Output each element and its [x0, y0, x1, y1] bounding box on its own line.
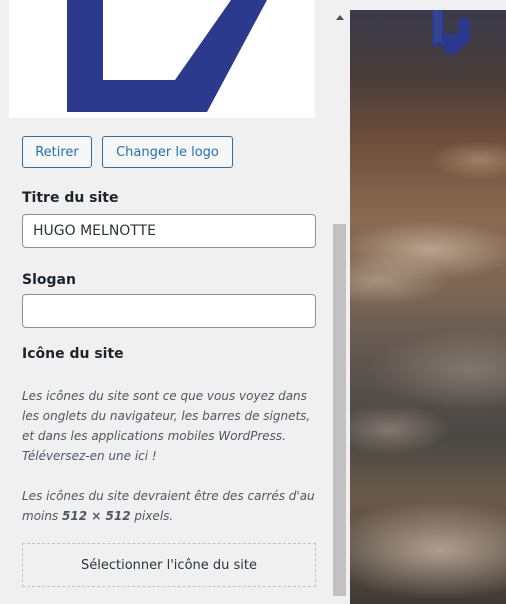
customizer-panel: Retirer Changer le logo Titre du site Sl… — [0, 0, 350, 604]
site-logo-image — [67, 0, 267, 112]
scrollbar-thumb[interactable] — [333, 224, 346, 596]
preview-logo-image — [432, 10, 470, 54]
site-icon-size-note: Les icônes du site devraient être des ca… — [22, 486, 320, 526]
tagline-label: Slogan — [22, 272, 76, 288]
logo-preview — [9, 0, 315, 118]
site-icon-description: Les icônes du site sont ce que vous voye… — [22, 389, 311, 463]
size-note-suffix: pixels. — [130, 509, 174, 523]
change-logo-button[interactable]: Changer le logo — [102, 136, 233, 168]
select-site-icon-button[interactable]: Sélectionner l'icône du site — [22, 543, 316, 587]
remove-logo-button[interactable]: Retirer — [22, 136, 92, 168]
triangle-up-icon[interactable] — [331, 10, 348, 24]
site-title-label: Titre du site — [22, 190, 119, 206]
tagline-input[interactable] — [22, 294, 316, 328]
size-note-dimensions: 512 × 512 — [62, 509, 131, 523]
site-icon-label: Icône du site — [22, 346, 124, 362]
preview-background-image — [350, 10, 506, 604]
site-preview — [350, 10, 506, 604]
site-title-input[interactable] — [22, 214, 316, 248]
panel-scrollbar[interactable] — [331, 0, 348, 604]
